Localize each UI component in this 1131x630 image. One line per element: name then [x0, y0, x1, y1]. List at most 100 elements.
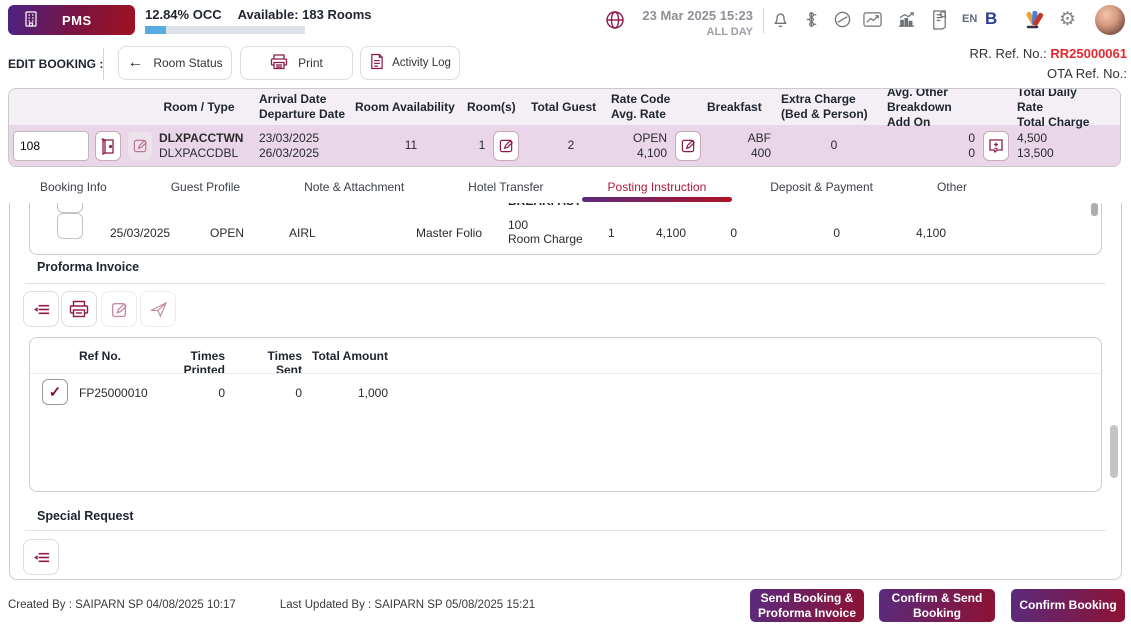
total-daily-rate: 4,500: [1017, 131, 1092, 146]
proforma-edit-button[interactable]: [101, 291, 137, 327]
add-on-button[interactable]: [983, 131, 1009, 161]
tab-posting-instruction[interactable]: Posting Instruction: [608, 180, 707, 194]
assign-room-button[interactable]: [95, 131, 121, 161]
back-arrow-icon: ←: [127, 54, 143, 72]
audit-info: Created By : SAIPARN SP 04/08/2025 10:17…: [8, 599, 535, 611]
rate-code: OPEN: [633, 131, 667, 146]
bar-chart-icon[interactable]: [896, 10, 917, 29]
special-request-list-button[interactable]: [23, 539, 59, 575]
occupancy-summary: 12.84% OCC Available: 183 Rooms: [145, 7, 372, 22]
room-type: DLXPACCTWN: [159, 131, 243, 146]
proforma-row-checkbox[interactable]: ✓: [42, 379, 68, 405]
room-availability: 11: [355, 138, 467, 153]
col-total-amount: Total Amount: [312, 349, 388, 363]
breakfast-rate: 400: [707, 146, 771, 161]
posting-row-checkbox-partial[interactable]: [57, 203, 83, 213]
check-icon: ✓: [49, 385, 62, 400]
activity-log-label: Activity Log: [392, 57, 451, 69]
activity-log-icon: [369, 53, 384, 73]
proforma-header-divider: [30, 373, 1101, 374]
globe-icon[interactable]: [604, 9, 626, 31]
bell-icon[interactable]: [771, 10, 790, 29]
reference-numbers: RR. Ref. No.: RR25000061 OTA Ref. No.:: [969, 44, 1127, 83]
confirm-booking-button[interactable]: Confirm Booking: [1011, 589, 1125, 622]
posting-code: AIRL: [289, 226, 316, 240]
proforma-print-button[interactable]: [61, 291, 97, 327]
edit-rooms-button[interactable]: [493, 131, 519, 161]
language-selector[interactable]: EN: [962, 13, 977, 25]
special-request-divider: [25, 530, 1106, 531]
proforma-times-sent: 0: [242, 386, 302, 400]
tab-other[interactable]: Other: [937, 180, 967, 194]
line-chart-icon[interactable]: [862, 10, 883, 29]
posting-row-checkbox[interactable]: [57, 213, 83, 239]
toolbar-divider: [103, 48, 104, 80]
posting-table-scrollbar[interactable]: [1091, 203, 1098, 216]
print-button[interactable]: Print: [240, 46, 353, 80]
tab-booking-info[interactable]: Booking Info: [40, 180, 107, 194]
theme-palette-icon[interactable]: [1022, 8, 1046, 32]
posting-qty: 1: [608, 226, 615, 240]
channel-network-icon[interactable]: [802, 10, 821, 29]
proforma-invoice-title: Proforma Invoice: [37, 260, 139, 274]
edit-room-button-disabled: [127, 131, 153, 161]
proforma-ref-no: FP25000010: [79, 386, 148, 400]
add-on-value: 0: [968, 146, 975, 161]
proforma-divider: [25, 283, 1106, 284]
confirm-send-booking-button[interactable]: Confirm & Send Booking: [879, 589, 995, 622]
occupancy-percent: 12.84% OCC: [145, 7, 222, 22]
posting-rate-code: OPEN: [210, 226, 244, 240]
occupancy-progressbar: [145, 26, 305, 34]
last-updated-by: Last Updated By : SAIPARN SP 05/08/2025 …: [280, 599, 535, 611]
day-mode: ALL DAY: [642, 25, 753, 40]
activity-log-button[interactable]: Activity Log: [360, 46, 460, 80]
breakfast-code: ABF: [707, 131, 771, 146]
arrival-date: 23/03/2025: [259, 131, 355, 146]
proforma-table: Ref No. Times Printed Times Sent Total A…: [29, 337, 1102, 492]
block-status-icon[interactable]: [833, 10, 852, 29]
building-icon: [8, 10, 40, 31]
extra-charge: 0: [781, 138, 887, 153]
tab-guest-profile[interactable]: Guest Profile: [171, 180, 240, 194]
posting-date: 25/03/2025: [110, 226, 170, 240]
rr-ref-label: RR. Ref. No.:: [969, 46, 1046, 61]
booking-tabs: Booking Info Guest Profile Note & Attach…: [0, 170, 1131, 203]
proforma-total-amount: 1,000: [312, 386, 388, 400]
booking-table-row: DLXPACCTWN DLXPACCDBL 23/03/2025 26/03/2…: [9, 125, 1120, 166]
tab-deposit-payment[interactable]: Deposit & Payment: [770, 180, 873, 194]
posting-instruction-panel: BREAKFAST 25/03/2025 OPEN AIRL Master Fo…: [9, 203, 1122, 580]
room-status-button[interactable]: ← Room Status: [118, 46, 232, 80]
posting-instruction-table: BREAKFAST 25/03/2025 OPEN AIRL Master Fo…: [29, 203, 1102, 255]
topbar-divider: [763, 8, 764, 33]
posting-folio: Master Folio: [416, 226, 482, 240]
brand-b-icon[interactable]: B: [985, 9, 997, 29]
logo-label: PMS: [62, 13, 92, 28]
tab-note-attachment[interactable]: Note & Attachment: [304, 180, 404, 194]
panel-scrollbar[interactable]: [1110, 425, 1118, 478]
report-audit-icon[interactable]: [930, 9, 949, 30]
edit-rate-button[interactable]: [675, 131, 701, 161]
rooms-count: 1: [479, 138, 486, 153]
posting-service: 0: [818, 226, 840, 240]
rr-ref-value: RR25000061: [1050, 46, 1127, 61]
available-rooms: Available: 183 Rooms: [238, 7, 372, 22]
booking-table-header: Room / Type Arrival DateDeparture Date R…: [9, 89, 1120, 125]
proforma-list-button[interactable]: [23, 291, 59, 327]
settings-gear-icon[interactable]: ⚙: [1059, 10, 1076, 29]
avg-rate: 4,100: [633, 146, 667, 161]
proforma-times-printed: 0: [150, 386, 225, 400]
send-booking-proforma-button[interactable]: Send Booking & Proforma Invoice: [750, 589, 864, 622]
posting-partial-text: BREAKFAST: [508, 203, 581, 208]
room-number-input[interactable]: [13, 131, 89, 161]
ota-ref-label: OTA Ref. No.:: [969, 64, 1127, 84]
col-ref-no: Ref No.: [79, 349, 121, 363]
user-avatar[interactable]: [1095, 5, 1125, 35]
posting-rate: 4,100: [630, 226, 686, 240]
pms-logo[interactable]: PMS: [8, 5, 135, 35]
tab-hotel-transfer[interactable]: Hotel Transfer: [468, 180, 543, 194]
room-type-alt: DLXPACCDBL: [159, 146, 243, 161]
proforma-send-button[interactable]: [140, 291, 176, 327]
created-by: Created By : SAIPARN SP 04/08/2025 10:17: [8, 599, 236, 611]
print-label: Print: [298, 56, 323, 70]
booking-summary-table: Room / Type Arrival DateDeparture Date R…: [8, 88, 1121, 167]
